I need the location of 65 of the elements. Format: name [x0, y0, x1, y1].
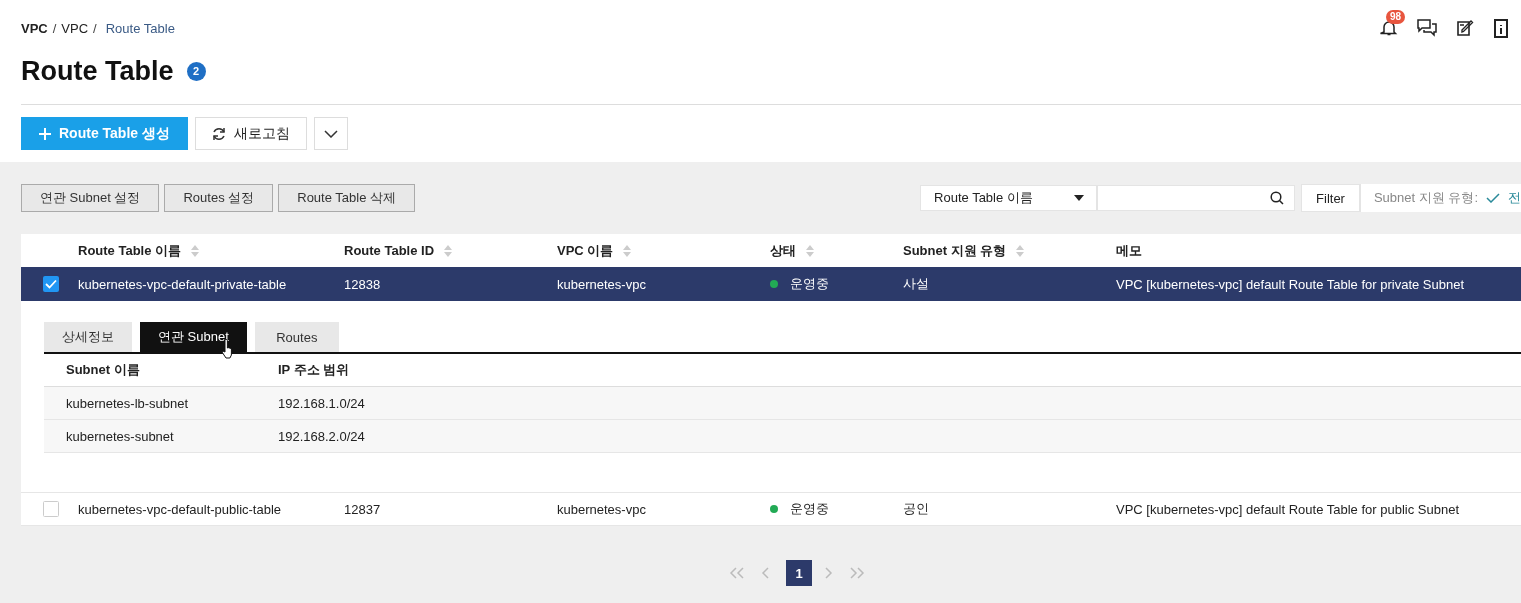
check-icon [1486, 193, 1500, 203]
table-cell: kubernetes-lb-subnet [66, 395, 189, 411]
column-header: IP 주소 범위 [278, 361, 350, 379]
table-cell: 사설 [903, 275, 929, 293]
toolbar-button[interactable]: Route Table 삭제 [278, 184, 415, 212]
notification-badge: 98 [1386, 10, 1406, 24]
table-cell: VPC [kubernetes-vpc] default Route Table for private Subnet [1116, 276, 1465, 292]
sort-icon[interactable] [191, 244, 200, 257]
breadcrumb-link[interactable]: VPC [61, 20, 89, 36]
column-header: Subnet 이름 [66, 361, 140, 379]
sort-icon[interactable] [1016, 244, 1025, 257]
column-header[interactable]: VPC 이름 [557, 241, 614, 260]
table-cell: 192.168.2.0/24 [278, 428, 365, 444]
breadcrumb-separator: / [52, 20, 57, 36]
table-cell: kubernetes-vpc-default-public-table [78, 501, 282, 517]
filter-value: 전 [1508, 189, 1521, 207]
toolbar-button[interactable]: 연관 Subnet 설정 [21, 184, 160, 212]
breadcrumb-separator: / [93, 20, 97, 36]
column-header[interactable]: Route Table ID [344, 243, 435, 258]
page-button[interactable]: 1 [786, 560, 812, 586]
table-cell: 192.168.1.0/24 [278, 395, 365, 411]
refresh-button[interactable]: 새로고침 [195, 117, 307, 150]
chat-icon[interactable] [1417, 19, 1437, 37]
dropdown-arrow-icon [1074, 195, 1085, 201]
breadcrumb-link[interactable]: Route Table [105, 20, 175, 36]
caret-icon [324, 129, 338, 138]
table-row[interactable]: kubernetes-vpc-default-public-table 12837 kubernetes-vpc 운영중 공인 VPC [kubernetes-vpc] default Route Table for public Subnet [21, 492, 1521, 526]
status-text: 운영중 [790, 275, 829, 293]
plus-icon [39, 127, 51, 140]
row-checkbox[interactable] [42, 501, 59, 517]
search-field[interactable] [1097, 185, 1296, 211]
column-header[interactable]: Route Table 이름 [78, 241, 182, 260]
search-icon[interactable] [1270, 191, 1285, 205]
column-header[interactable]: 상태 [770, 241, 796, 260]
table-cell: 공인 [903, 500, 929, 518]
row-checkbox[interactable] [42, 276, 59, 292]
info-icon[interactable] [1493, 18, 1509, 38]
sort-icon[interactable] [444, 244, 453, 257]
table-cell: 12837 [344, 501, 381, 517]
search-category-select[interactable]: Route Table 이름 [920, 185, 1098, 211]
detail-tab[interactable]: 연관 Subnet [140, 322, 247, 352]
note-icon[interactable] [1456, 19, 1474, 37]
table-cell: kubernetes-vpc [557, 501, 646, 517]
filter-label: Subnet 지원 유형: [1373, 189, 1478, 207]
detail-tab[interactable]: 상세정보 [44, 322, 132, 352]
detail-tab[interactable]: Routes [254, 322, 339, 352]
more-dropdown-button[interactable] [314, 117, 348, 150]
page-title: Route Table [21, 55, 174, 87]
status-text: 운영중 [790, 500, 829, 518]
table-cell: kubernetes-vpc-default-private-table [78, 276, 287, 292]
table-cell: kubernetes-subnet [66, 428, 174, 444]
column-header[interactable]: 메모 [1116, 241, 1142, 260]
table-row[interactable]: kubernetes-vpc-default-private-table 12838 kubernetes-vpc 운영중 사설 VPC [kubernetes-vpc] default Route Table for private Subnet [21, 267, 1521, 301]
table-cell: 12838 [344, 276, 381, 292]
toolbar-button[interactable]: Routes 설정 [164, 184, 274, 212]
column-header[interactable]: Subnet 지원 유형 [903, 241, 1007, 260]
sort-icon[interactable] [806, 244, 814, 257]
breadcrumb-link[interactable]: VPC [21, 20, 48, 36]
sort-icon[interactable] [623, 244, 632, 257]
refresh-icon [212, 126, 226, 141]
table-cell: kubernetes-vpc [557, 276, 646, 292]
table-cell: VPC [kubernetes-vpc] default Route Table for public Subnet [1116, 501, 1460, 517]
filter-button[interactable]: Filter [1301, 184, 1360, 212]
count-badge: 2 [186, 61, 206, 81]
bell-icon[interactable] [1380, 19, 1398, 37]
